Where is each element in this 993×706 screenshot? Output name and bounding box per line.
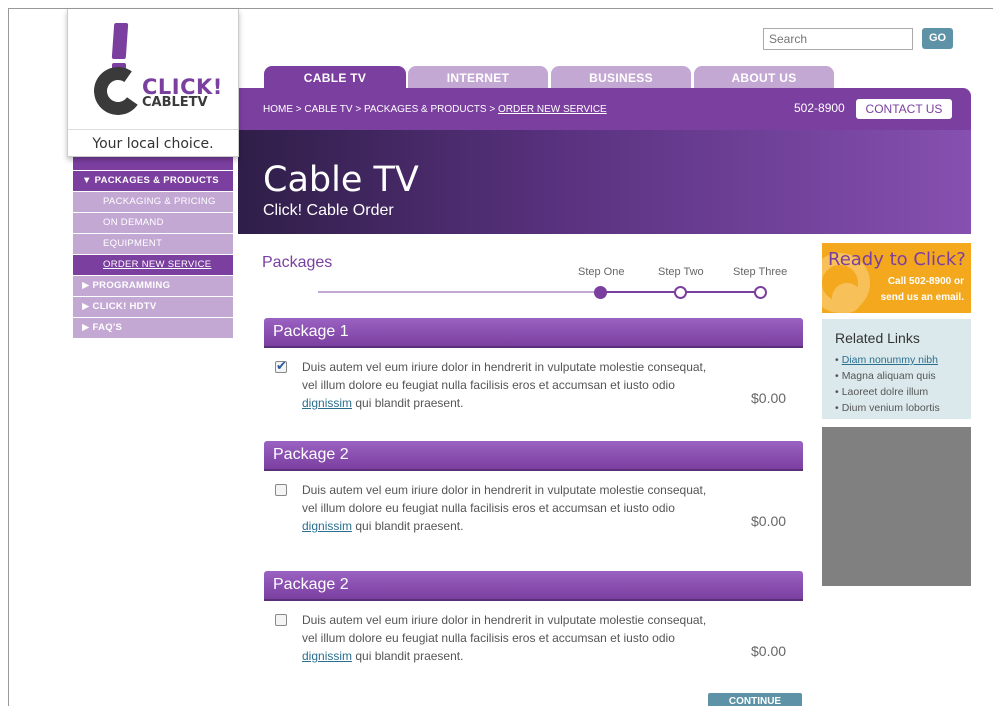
related-links-title: Related Links <box>835 330 920 346</box>
package-checkbox[interactable] <box>275 358 287 374</box>
sidebar-item-packaging-pricing[interactable]: PACKAGING & PRICING <box>73 192 233 212</box>
page-title: Cable TV <box>263 160 419 200</box>
breadcrumb: HOME > CABLE TV > PACKAGES & PRODUCTS > … <box>263 104 607 115</box>
package-price: $0.00 <box>751 513 787 529</box>
tab-business[interactable]: BUSINESS <box>551 66 691 90</box>
logo[interactable]: CLICK! CABLETV Your local choice. <box>67 9 239 157</box>
package-title: Package 2 <box>273 446 349 463</box>
ad-placeholder <box>822 427 971 586</box>
tab-cable-tv[interactable]: CABLE TV <box>264 66 406 90</box>
sidebar-item-order-new-service[interactable]: ORDER NEW SERVICE <box>73 255 233 275</box>
sidebar-item-equipment[interactable]: EQUIPMENT <box>73 234 233 254</box>
promo-circle-decoration <box>832 283 862 313</box>
navigation-bar: HOME > CABLE TV > PACKAGES & PRODUCTS > … <box>238 88 971 130</box>
package-header: Package 2 <box>264 571 803 601</box>
hero-banner: Cable TV Click! Cable Order <box>238 130 971 234</box>
package-checkbox[interactable] <box>275 614 287 626</box>
logo-exclamation-mark <box>111 23 129 59</box>
sidebar-item-programming[interactable]: ▶ PROGRAMMING <box>73 276 233 296</box>
contact-us-button[interactable]: CONTACT US <box>856 99 952 119</box>
step-three-dot <box>754 286 767 299</box>
sidebar-nav: ▼ PACKAGES & PRODUCTS PACKAGING & PRICIN… <box>73 157 233 339</box>
sidebar-top-bar <box>73 157 233 170</box>
ready-to-click-promo[interactable]: Ready to Click? Call 502-8900 or send us… <box>822 243 971 313</box>
promo-line-email: send us an email. <box>880 292 964 303</box>
package-link[interactable]: dignissim <box>302 396 352 410</box>
package-description: Duis autem vel eum iriure dolor in hendr… <box>302 483 707 533</box>
related-link[interactable]: Laoreet dolre illum <box>835 384 940 400</box>
package-link[interactable]: dignissim <box>302 519 352 533</box>
search-go-button[interactable]: GO <box>922 28 953 49</box>
promo-title: Ready to Click? <box>828 249 966 270</box>
related-link[interactable]: Dium venium lobortis <box>835 400 940 416</box>
sidebar-item-packages-products[interactable]: ▼ PACKAGES & PRODUCTS <box>73 171 233 191</box>
logo-c-icon <box>90 63 146 119</box>
packages-heading: Packages <box>262 254 333 271</box>
step-three-label: Step Three <box>733 266 788 278</box>
sidebar-item-faqs[interactable]: ▶ FAQ'S <box>73 318 233 338</box>
tagline: Your local choice. <box>68 129 238 157</box>
tab-about-us[interactable]: ABOUT US <box>694 66 834 90</box>
step-one-dot <box>594 286 607 299</box>
promo-line-call: Call 502-8900 or <box>887 276 964 287</box>
related-link[interactable]: Magna aliquam quis <box>835 368 940 384</box>
sidebar-item-click-hdtv[interactable]: ▶ CLICK! HDTV <box>73 297 233 317</box>
package-title: Package 2 <box>273 576 349 593</box>
package-header: Package 2 <box>264 441 803 471</box>
step-two-dot <box>674 286 687 299</box>
logo-brand-bottom: CABLETV <box>142 95 208 110</box>
continue-button[interactable]: CONTINUE <box>708 693 802 706</box>
related-link[interactable]: Diam nonummy nibh <box>835 352 940 368</box>
package-description: Duis autem vel eum iriure dolor in hendr… <box>302 360 707 410</box>
related-links-list: Diam nonummy nibh Magna aliquam quis Lao… <box>835 352 940 416</box>
breadcrumb-trail[interactable]: HOME > CABLE TV > PACKAGES & PRODUCTS > <box>263 104 498 115</box>
progress-track-lead <box>318 291 601 293</box>
package-header: Package 1 <box>264 318 803 348</box>
tab-internet[interactable]: INTERNET <box>408 66 548 90</box>
package-price: $0.00 <box>751 390 787 406</box>
package-title: Package 1 <box>273 323 349 340</box>
search-input[interactable] <box>763 28 913 50</box>
step-two-label: Step Two <box>658 266 704 278</box>
header-phone: 502-8900 <box>794 101 845 115</box>
related-links-box: Related Links Diam nonummy nibh Magna al… <box>822 319 971 419</box>
page-subtitle: Click! Cable Order <box>263 202 394 219</box>
package-price: $0.00 <box>751 643 787 659</box>
step-one-label: Step One <box>578 266 625 278</box>
package-link[interactable]: dignissim <box>302 649 352 663</box>
package-description: Duis autem vel eum iriure dolor in hendr… <box>302 613 707 663</box>
breadcrumb-current[interactable]: ORDER NEW SERVICE <box>498 104 607 115</box>
package-checkbox[interactable] <box>275 484 287 496</box>
sidebar-item-on-demand[interactable]: ON DEMAND <box>73 213 233 233</box>
